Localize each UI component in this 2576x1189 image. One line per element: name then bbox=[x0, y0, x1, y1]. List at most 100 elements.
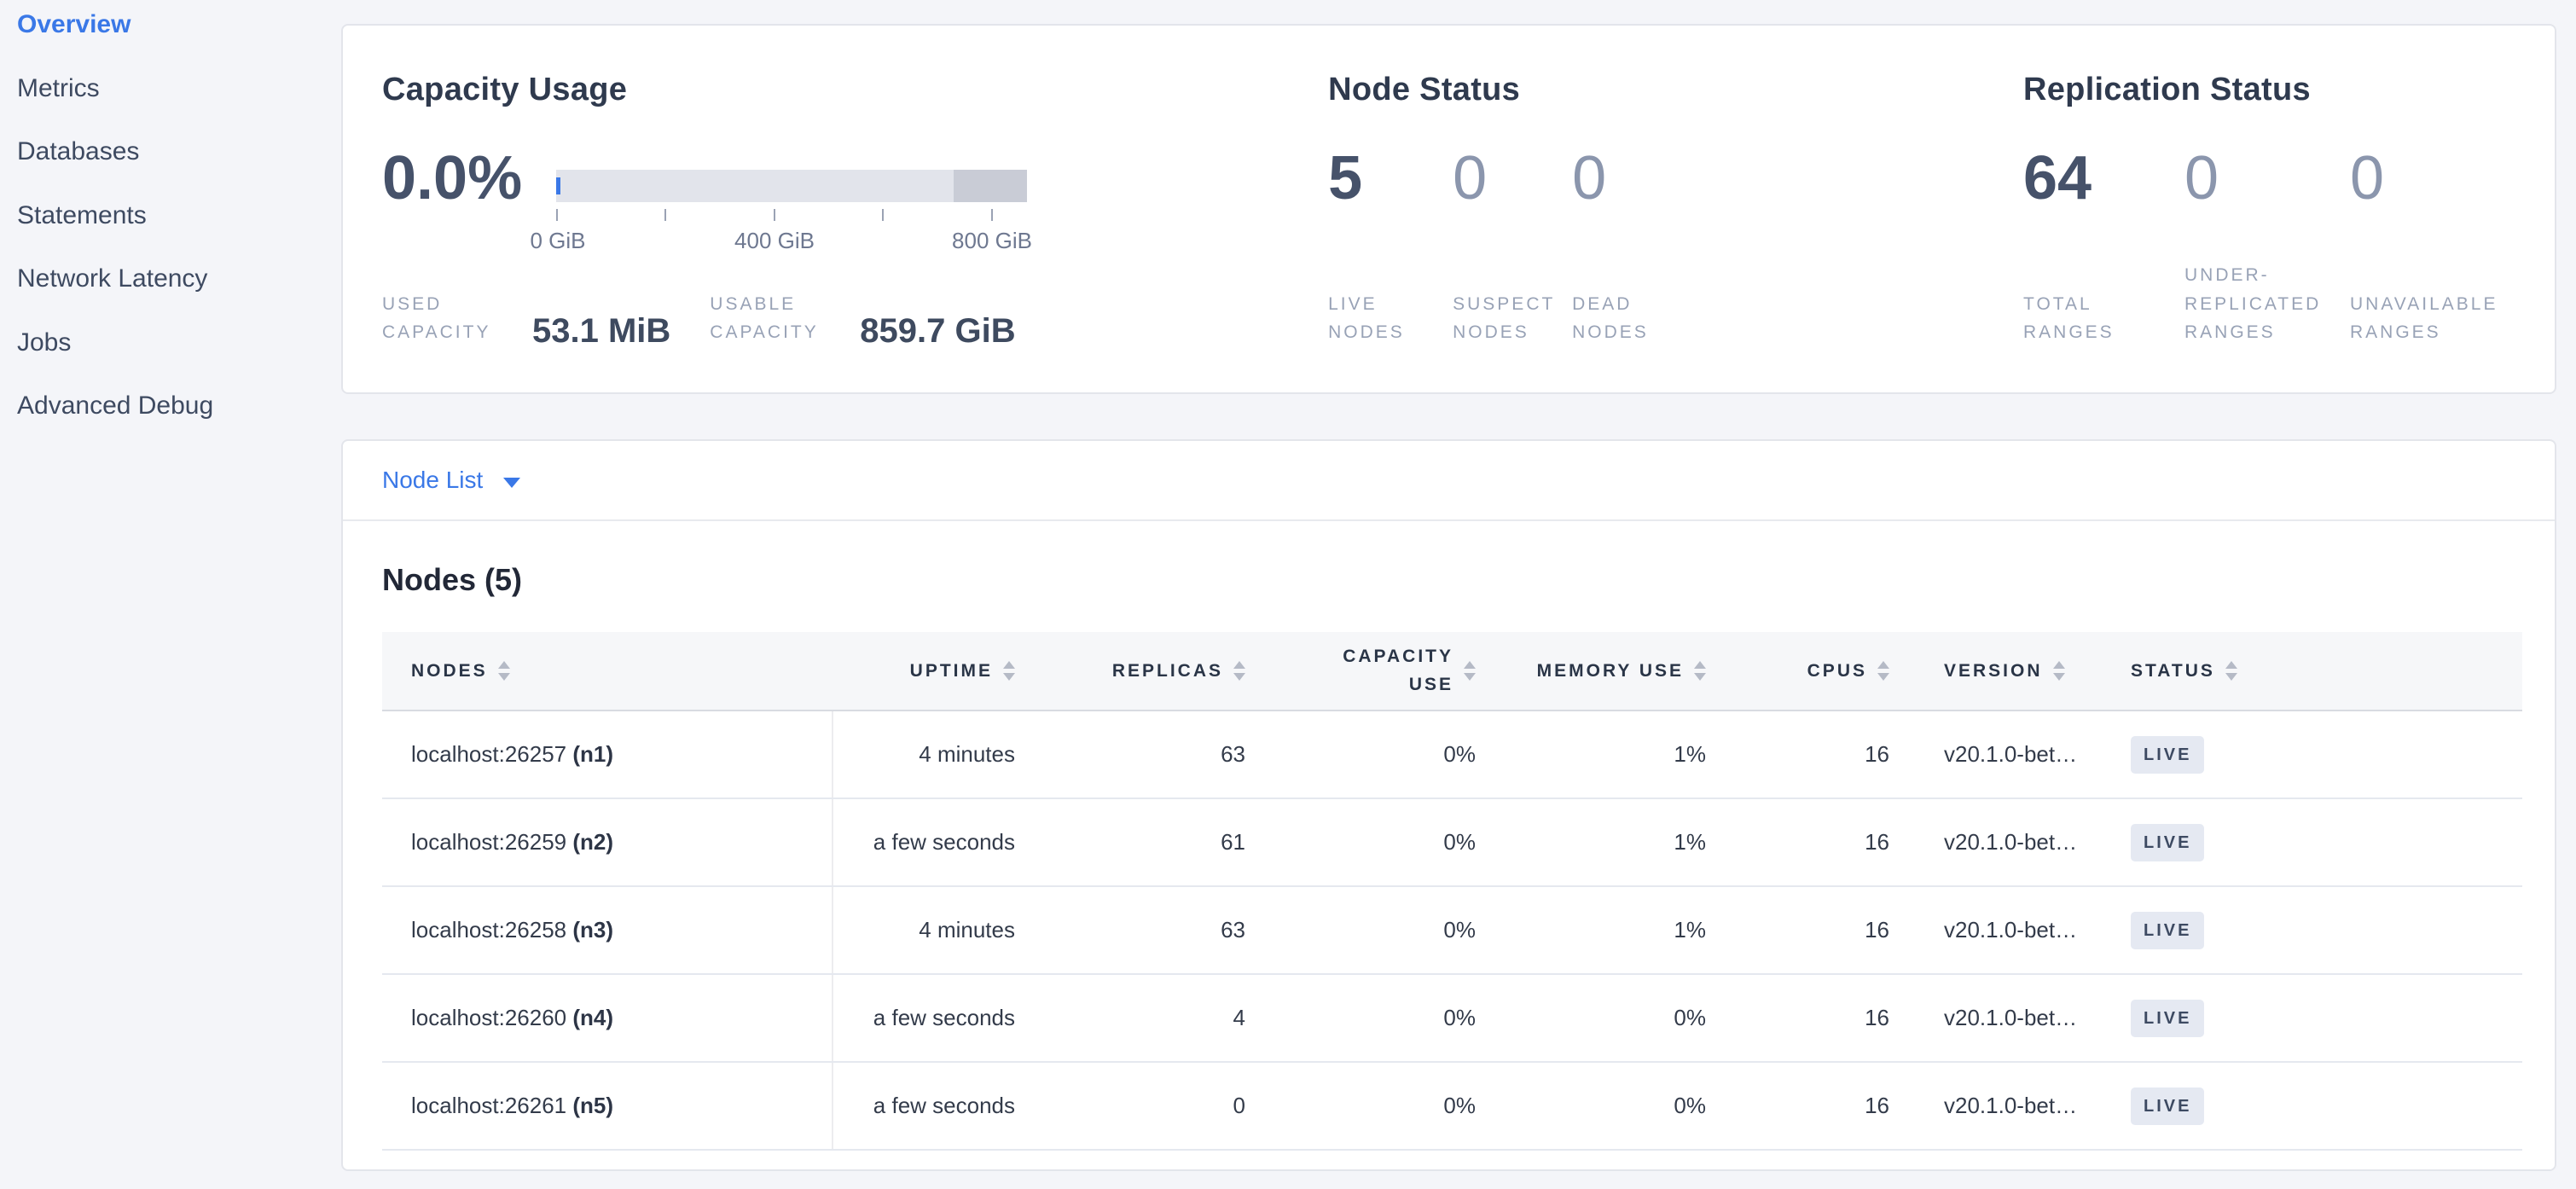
status-badge: LIVE bbox=[2131, 1000, 2204, 1037]
version-cell: v20.1.0-bet… bbox=[1906, 1062, 2098, 1150]
sort-icon bbox=[1464, 661, 1476, 681]
live-nodes-label: LIVE NODES bbox=[1328, 290, 1453, 347]
version-cell: v20.1.0-bet… bbox=[1906, 974, 2098, 1062]
status-cell: LIVE bbox=[2098, 974, 2522, 1062]
dead-nodes-value: 0 bbox=[1572, 148, 1709, 209]
capacity-usage-section: Capacity Usage 0.0% 0 GiB bbox=[382, 72, 1328, 392]
node-list-panel: Node List Nodes (5) NODES UPTIME REPLICA… bbox=[341, 439, 2556, 1171]
nodes-count-heading: Nodes (5) bbox=[382, 562, 2515, 598]
table-row[interactable]: localhost:26259 (n2) a few seconds 61 0%… bbox=[382, 798, 2522, 886]
status-cell: LIVE bbox=[2098, 798, 2522, 886]
uptime-cell: 4 minutes bbox=[833, 886, 1032, 974]
status-cell: LIVE bbox=[2098, 886, 2522, 974]
sort-icon bbox=[1233, 661, 1245, 681]
dead-nodes-label: DEAD NODES bbox=[1572, 290, 1709, 347]
sidebar-item-advanced-debug[interactable]: Advanced Debug bbox=[0, 374, 341, 438]
nodes-table: NODES UPTIME REPLICAS CAPACITY USE MEMOR… bbox=[382, 632, 2522, 1151]
sidebar-item-jobs[interactable]: Jobs bbox=[0, 311, 341, 375]
uptime-cell: a few seconds bbox=[833, 1062, 1032, 1150]
capacity-use-cell: 0% bbox=[1262, 974, 1493, 1062]
sort-icon bbox=[1877, 661, 1889, 681]
uptime-cell: 4 minutes bbox=[833, 710, 1032, 798]
live-nodes-stat: 5 LIVE NODES bbox=[1328, 148, 1453, 347]
memory-use-cell: 1% bbox=[1493, 798, 1723, 886]
replicas-cell: 63 bbox=[1032, 710, 1262, 798]
sort-icon bbox=[2053, 661, 2065, 681]
cpus-cell: 16 bbox=[1723, 1062, 1906, 1150]
cluster-summary-panel: Capacity Usage 0.0% 0 GiB bbox=[341, 24, 2556, 394]
cpus-cell: 16 bbox=[1723, 886, 1906, 974]
replication-status-title: Replication Status bbox=[2023, 72, 2555, 108]
capacity-gauge: 0 GiB 400 GiB 800 GiB bbox=[556, 148, 1027, 257]
capacity-use-cell: 0% bbox=[1262, 710, 1493, 798]
axis-label-0gib: 0 GiB bbox=[530, 228, 585, 254]
memory-use-cell: 1% bbox=[1493, 886, 1723, 974]
column-header-replicas[interactable]: REPLICAS bbox=[1032, 632, 1262, 710]
capacity-gauge-other-fill bbox=[954, 170, 1027, 202]
table-row[interactable]: localhost:26258 (n3) 4 minutes 63 0% 1% … bbox=[382, 886, 2522, 974]
memory-use-cell: 0% bbox=[1493, 1062, 1723, 1150]
replicas-cell: 0 bbox=[1032, 1062, 1262, 1150]
node-status-section: Node Status 5 LIVE NODES 0 SUSPECT NODES… bbox=[1328, 72, 2023, 392]
under-replicated-stat: 0 UNDER-REPLICATED RANGES bbox=[2184, 148, 2350, 347]
total-ranges-stat: 64 TOTAL RANGES bbox=[2023, 148, 2184, 347]
status-badge: LIVE bbox=[2131, 736, 2204, 774]
usable-capacity-label: USABLE CAPACITY bbox=[710, 290, 848, 347]
node-address-cell: localhost:26260 (n4) bbox=[382, 974, 833, 1062]
replication-status-section: Replication Status 64 TOTAL RANGES 0 UND… bbox=[2023, 72, 2555, 392]
column-header-capacity-use[interactable]: CAPACITY USE bbox=[1262, 632, 1493, 710]
table-row[interactable]: localhost:26260 (n4) a few seconds 4 0% … bbox=[382, 974, 2522, 1062]
sidebar-item-overview[interactable]: Overview bbox=[0, 0, 341, 57]
live-nodes-value: 5 bbox=[1328, 148, 1453, 209]
version-cell: v20.1.0-bet… bbox=[1906, 798, 2098, 886]
status-badge: LIVE bbox=[2131, 824, 2204, 861]
replicas-cell: 61 bbox=[1032, 798, 1262, 886]
capacity-usage-title: Capacity Usage bbox=[382, 72, 1328, 108]
node-status-title: Node Status bbox=[1328, 72, 2023, 108]
sort-icon bbox=[1694, 661, 1706, 681]
suspect-nodes-stat: 0 SUSPECT NODES bbox=[1453, 148, 1572, 347]
unavailable-ranges-stat: 0 UNAVAILABLE RANGES bbox=[2350, 148, 2555, 347]
node-list-dropdown[interactable]: Node List bbox=[382, 467, 520, 494]
capacity-gauge-axis: 0 GiB 400 GiB 800 GiB bbox=[556, 209, 1027, 257]
sidebar-item-metrics[interactable]: Metrics bbox=[0, 57, 341, 121]
column-header-uptime[interactable]: UPTIME bbox=[833, 632, 1032, 710]
node-list-dropdown-label: Node List bbox=[382, 467, 483, 494]
cpus-cell: 16 bbox=[1723, 974, 1906, 1062]
capacity-gauge-track bbox=[556, 170, 1027, 202]
view-selector-row: Node List bbox=[343, 441, 2555, 521]
column-header-nodes[interactable]: NODES bbox=[382, 632, 833, 710]
table-row[interactable]: localhost:26257 (n1) 4 minutes 63 0% 1% … bbox=[382, 710, 2522, 798]
capacity-use-cell: 0% bbox=[1262, 1062, 1493, 1150]
node-address-cell: localhost:26257 (n1) bbox=[382, 710, 833, 798]
used-capacity-label: USED CAPACITY bbox=[382, 290, 520, 347]
capacity-gauge-used-fill bbox=[556, 177, 560, 194]
status-badge: LIVE bbox=[2131, 912, 2204, 949]
replicas-cell: 4 bbox=[1032, 974, 1262, 1062]
capacity-use-cell: 0% bbox=[1262, 886, 1493, 974]
capacity-used-percent: 0.0% bbox=[382, 148, 534, 257]
table-row[interactable]: localhost:26261 (n5) a few seconds 0 0% … bbox=[382, 1062, 2522, 1150]
usable-capacity-metric: USABLE CAPACITY 859.7 GiB bbox=[710, 290, 1015, 347]
status-cell: LIVE bbox=[2098, 710, 2522, 798]
sidebar-item-statements[interactable]: Statements bbox=[0, 184, 341, 248]
under-replicated-label: UNDER-REPLICATED RANGES bbox=[2184, 261, 2347, 347]
axis-label-800gib: 800 GiB bbox=[952, 228, 1032, 254]
version-cell: v20.1.0-bet… bbox=[1906, 710, 2098, 798]
sidebar-item-databases[interactable]: Databases bbox=[0, 120, 341, 184]
column-header-version[interactable]: VERSION bbox=[1906, 632, 2098, 710]
column-header-status[interactable]: STATUS bbox=[2098, 632, 2522, 710]
column-header-memory-use[interactable]: MEMORY USE bbox=[1493, 632, 1723, 710]
unavailable-ranges-value: 0 bbox=[2350, 148, 2555, 209]
under-replicated-value: 0 bbox=[2184, 148, 2350, 209]
sidebar: Overview Metrics Databases Statements Ne… bbox=[0, 0, 341, 438]
capacity-use-cell: 0% bbox=[1262, 798, 1493, 886]
uptime-cell: a few seconds bbox=[833, 974, 1032, 1062]
column-header-cpus[interactable]: CPUS bbox=[1723, 632, 1906, 710]
used-capacity-metric: USED CAPACITY 53.1 MiB bbox=[382, 290, 670, 347]
suspect-nodes-label: SUSPECT NODES bbox=[1453, 290, 1572, 347]
sidebar-item-network-latency[interactable]: Network Latency bbox=[0, 247, 341, 311]
usable-capacity-value: 859.7 GiB bbox=[860, 315, 1015, 347]
unavailable-ranges-label: UNAVAILABLE RANGES bbox=[2350, 290, 2512, 347]
total-ranges-label: TOTAL RANGES bbox=[2023, 290, 2184, 347]
